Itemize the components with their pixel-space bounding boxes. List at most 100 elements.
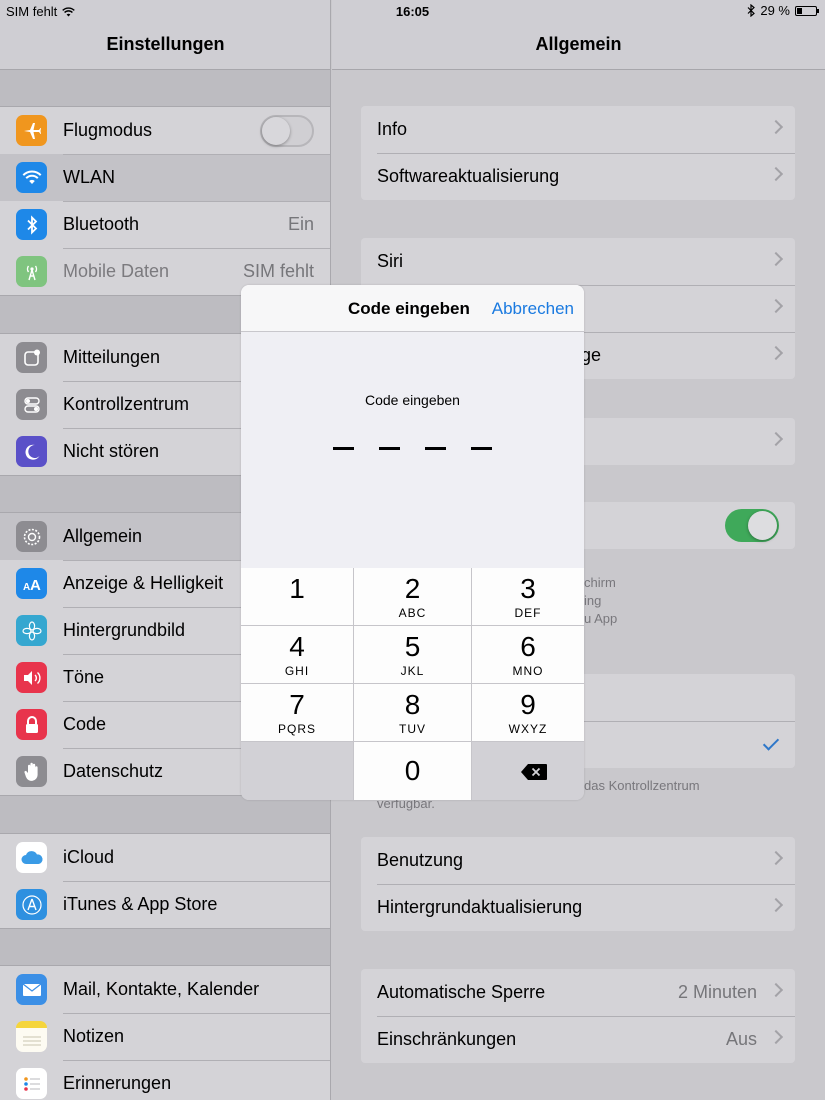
row-label: Softwareaktualisierung <box>377 166 560 186</box>
bluetooth-icon <box>16 209 47 240</box>
software-update-row[interactable]: Softwareaktualisierung <box>361 153 795 200</box>
row-label: Info <box>377 119 408 139</box>
key-digit: 9 <box>520 689 536 720</box>
toggle-knob <box>262 117 290 145</box>
dialog-header: Code eingeben Abbrechen <box>241 285 584 332</box>
sidebar-item-label: Nicht stören <box>63 441 160 461</box>
reminders-icon <box>16 1068 47 1099</box>
toggle-knob <box>748 511 777 540</box>
sidebar-item-label: Allgemein <box>63 526 143 546</box>
status-right: 29 % <box>747 3 819 18</box>
auto-lock-row[interactable]: Automatische Sperre 2 Minuten <box>361 969 795 1016</box>
sidebar-title: Einstellungen <box>106 34 225 54</box>
detail-title: Allgemein <box>535 34 622 54</box>
dialog-title: Code eingeben <box>348 299 470 318</box>
switch-footer: chirm ing u App <box>584 574 617 628</box>
clock: 16:05 <box>395 4 430 19</box>
passcode-slot <box>379 447 400 450</box>
sidebar-item-label: iCloud <box>63 847 115 867</box>
cloud-icon <box>16 842 47 873</box>
notes-icon <box>16 1021 47 1052</box>
key-blank <box>241 742 353 800</box>
key-letters: PQRS <box>277 722 316 736</box>
sidebar-item-notizen[interactable]: Notizen <box>0 1013 330 1060</box>
sidebar-item-label: Mobile Daten <box>63 261 170 281</box>
restrictions-row[interactable]: Einschränkungen Aus <box>361 1016 795 1063</box>
key-letters: JKL <box>400 664 425 678</box>
app-store-icon <box>16 889 47 920</box>
sidebar-item-label: Kontrollzentrum <box>63 394 190 414</box>
sidebar-item-label: Töne <box>63 667 105 687</box>
sidebar-item-label: Mail, Kontakte, Kalender <box>63 979 260 999</box>
switch-toggle[interactable] <box>725 509 779 542</box>
sidebar-item-mail[interactable]: Mail, Kontakte, Kalender <box>0 966 330 1013</box>
key-7[interactable]: 7 PQRS <box>241 684 353 741</box>
key-digit: 0 <box>404 755 421 786</box>
backspace-icon <box>521 764 547 780</box>
chevron-right-icon <box>768 251 784 267</box>
chevron-right-icon <box>768 1029 784 1045</box>
mobile-data-status: SIM fehlt <box>242 261 314 281</box>
key-digit: 5 <box>404 631 421 662</box>
chevron-right-icon <box>768 298 784 314</box>
chevron-right-icon <box>768 982 784 998</box>
passcode-dialog: Code eingeben Abbrechen Code eingeben 1 … <box>241 285 584 800</box>
key-letters: WXYZ <box>508 722 548 736</box>
key-5[interactable]: 5 JKL <box>354 626 471 683</box>
background-refresh-row[interactable]: Hintergrundaktualisierung <box>361 884 795 931</box>
usage-row[interactable]: Benutzung <box>361 837 795 884</box>
sidebar-item-label: Notizen <box>63 1026 125 1046</box>
chevron-right-icon <box>768 345 784 361</box>
key-3[interactable]: 3 DEF <box>472 568 584 625</box>
status-bar: SIM fehlt 16:05 29 % <box>0 0 825 22</box>
airplane-mode-toggle[interactable] <box>260 115 314 147</box>
sidebar-item-label: Hintergrundbild <box>63 620 186 640</box>
key-letters: ABC <box>398 606 427 620</box>
row-label: Hintergrundaktualisierung <box>377 897 583 917</box>
passcode-prompt: Code eingeben <box>365 392 460 408</box>
backspace-key[interactable] <box>472 742 584 800</box>
info-row[interactable]: Info <box>361 106 795 153</box>
sidebar-item-wlan[interactable]: WLAN <box>0 154 330 201</box>
key-0[interactable]: 0 <box>354 742 471 800</box>
accounts-group: iCloud iTunes & App Store <box>0 833 330 929</box>
key-digit: 4 <box>289 631 305 662</box>
row-label: Einschränkungen <box>377 1029 517 1049</box>
key-digit: 6 <box>520 631 536 662</box>
key-4[interactable]: 4 GHI <box>241 626 353 683</box>
siri-row[interactable]: Siri <box>361 238 795 285</box>
key-8[interactable]: 8 TUV <box>354 684 471 741</box>
checkmark-icon <box>762 734 780 751</box>
lock-icon <box>16 709 47 740</box>
key-9[interactable]: 9 WXYZ <box>472 684 584 741</box>
key-1[interactable]: 1 <box>241 568 353 625</box>
footer-line: ing <box>584 593 602 608</box>
svg-text:A: A <box>30 577 41 592</box>
sidebar-item-itunes-app-store[interactable]: iTunes & App Store <box>0 881 330 928</box>
row-label: Benutzung <box>377 850 464 870</box>
key-digit: 1 <box>289 573 305 604</box>
sidebar-item-flugmodus[interactable]: Flugmodus <box>0 107 330 154</box>
chevron-right-icon <box>768 119 784 135</box>
cancel-button[interactable]: Abbrechen <box>492 299 574 319</box>
battery-percent: 29 % <box>760 3 790 18</box>
antenna-icon <box>16 256 47 287</box>
sidebar-item-label: WLAN <box>63 167 116 187</box>
sidebar-item-icloud[interactable]: iCloud <box>0 834 330 881</box>
sidebar-item-label: Flugmodus <box>63 120 153 140</box>
usage-group: Benutzung Hintergrundaktualisierung <box>361 837 795 931</box>
sidebar-item-bluetooth[interactable]: Bluetooth Ein <box>0 201 330 248</box>
numeric-keypad: 1 2 ABC 3 DEF 4 GHI 5 JKL 6 MNO 7 PQRS 8 TUV 9 W… <box>241 568 584 800</box>
row-label: Automatische Sperre <box>377 982 546 1002</box>
bluetooth-status-icon <box>747 4 756 17</box>
passcode-slot <box>471 447 492 450</box>
chevron-right-icon <box>768 166 784 182</box>
key-6[interactable]: 6 MNO <box>472 626 584 683</box>
sidebar-item-label: Anzeige & Helligkeit <box>63 573 224 593</box>
sidebar-item-erinnerungen[interactable]: Erinnerungen <box>0 1060 330 1100</box>
chevron-right-icon <box>768 850 784 866</box>
mail-icon <box>16 974 47 1005</box>
key-2[interactable]: 2 ABC <box>354 568 471 625</box>
footer-line: u App <box>584 611 618 626</box>
passcode-slot <box>425 447 446 450</box>
